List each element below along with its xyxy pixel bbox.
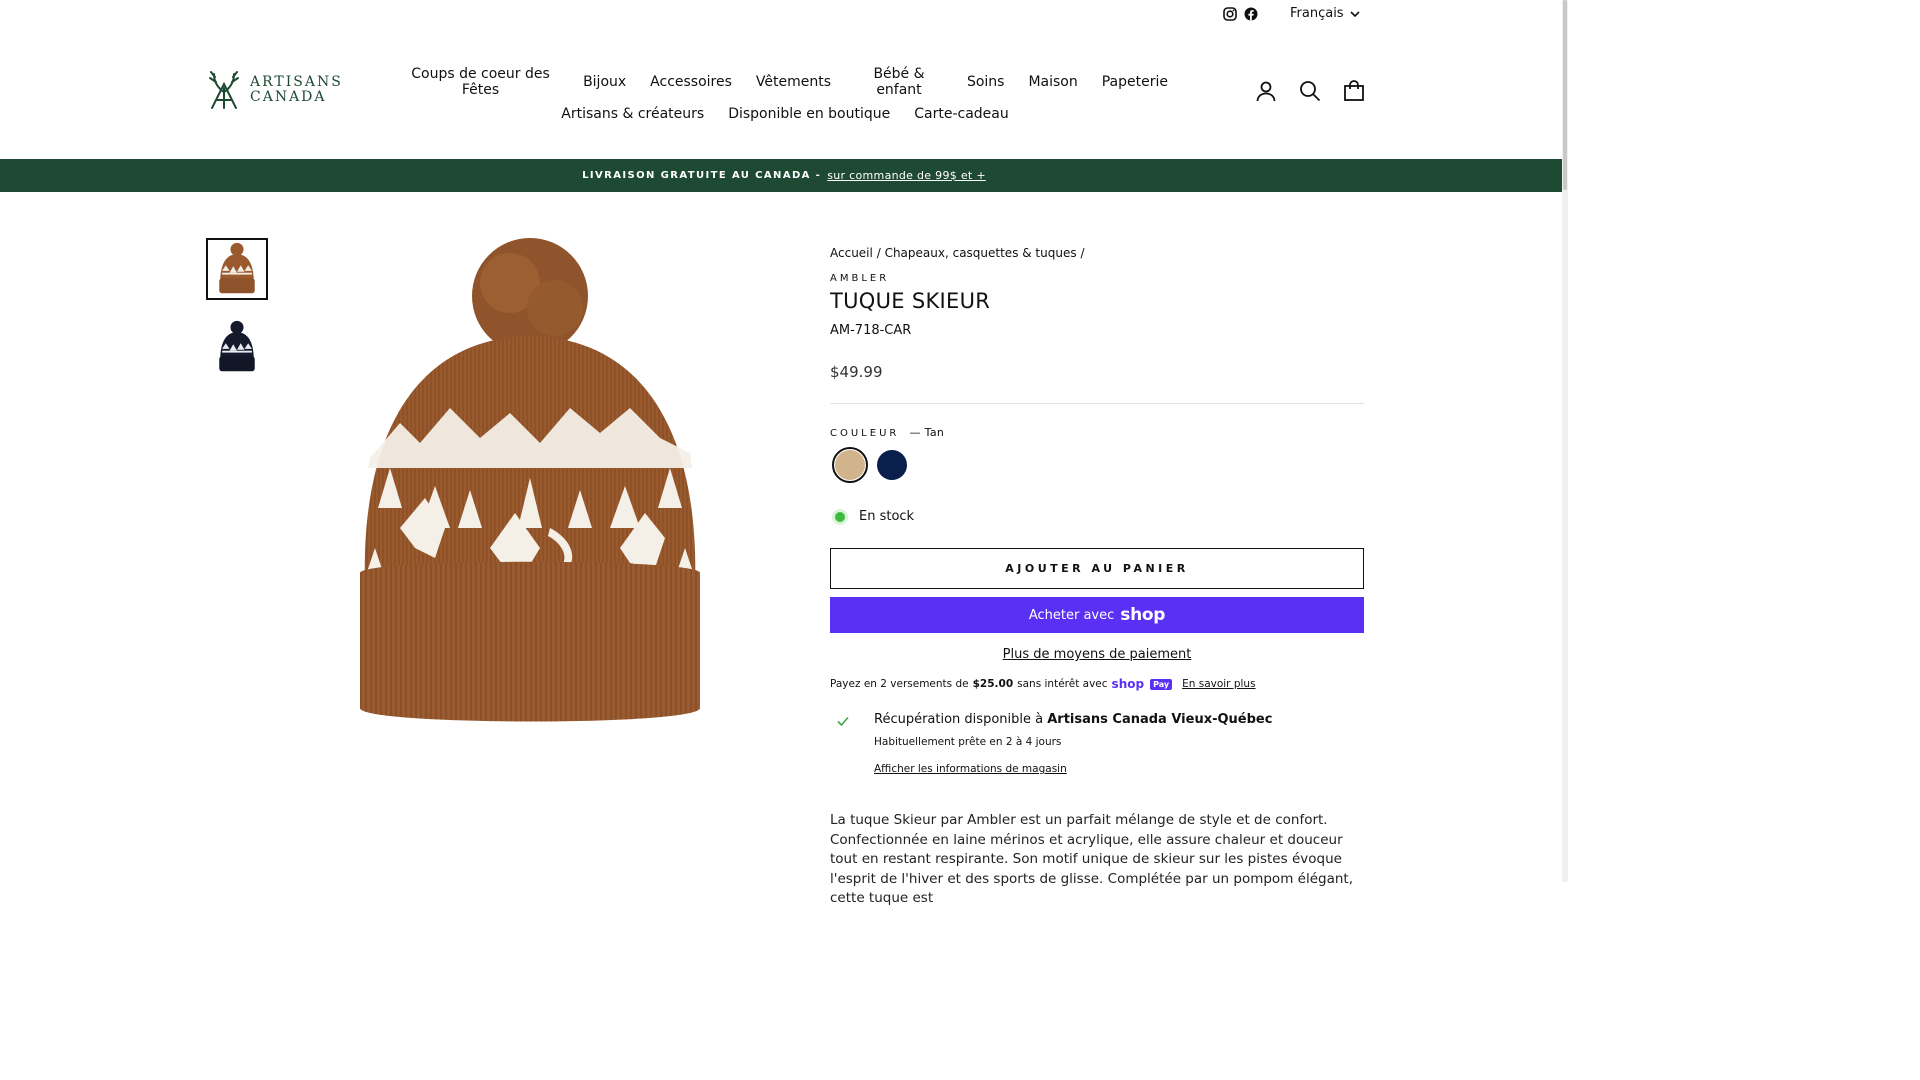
- nav-item-carte-cadeau[interactable]: Carte-cadeau: [902, 106, 1021, 122]
- swatch-navy-fill: [877, 450, 907, 480]
- store-info-link[interactable]: Afficher les informations de magasin: [874, 763, 1067, 775]
- scrollbar-thumb[interactable]: [1563, 0, 1567, 190]
- shop-pay-badge: Pay: [1150, 678, 1173, 690]
- breadcrumb-category[interactable]: Chapeaux, casquettes & tuques: [885, 246, 1077, 260]
- facebook-icon[interactable]: [1244, 6, 1258, 21]
- color-swatches: [832, 447, 910, 483]
- page-scrollbar[interactable]: [1562, 0, 1568, 882]
- installments-info: Payez en 2 versements de $25.00 sans int…: [830, 677, 1364, 691]
- shop-pay-logo-icon: shop: [1111, 677, 1145, 691]
- announcement-text: LIVRAISON GRATUITE AU CANADA -: [582, 170, 822, 181]
- pickup-availability: Récupération disponible à Artisans Canad…: [874, 712, 1272, 727]
- shop-pay-prefix: Acheter avec: [1028, 607, 1115, 623]
- stock-indicator-icon: [835, 511, 845, 522]
- search-icon[interactable]: [1299, 80, 1321, 102]
- nav-item-papeterie[interactable]: Papeterie: [1090, 74, 1180, 90]
- breadcrumb-separator: /: [876, 246, 881, 260]
- chevron-down-icon: [1350, 6, 1360, 21]
- logo-line2: CANADA: [250, 89, 327, 105]
- add-to-cart-button[interactable]: AJOUTER AU PANIER: [830, 548, 1364, 589]
- stock-text: En stock: [859, 509, 915, 524]
- color-label: COULEUR — Tan: [830, 426, 1364, 439]
- swatch-tan[interactable]: [832, 447, 868, 483]
- announcement-bar: LIVRAISON GRATUITE AU CANADA - sur comma…: [0, 159, 1568, 192]
- cart-icon[interactable]: [1343, 80, 1365, 102]
- more-payment-link[interactable]: Plus de moyens de paiement: [830, 647, 1364, 662]
- nav-row-2: Artisans & créateurs Disponible en bouti…: [390, 98, 1180, 130]
- product-title: TUQUE SKIEUR: [830, 289, 991, 313]
- product-description: La tuque Skieur par Ambler est un parfai…: [830, 812, 1353, 906]
- breadcrumb: Accueil / Chapeaux, casquettes & tuques …: [830, 246, 1364, 260]
- pickup-prefix: Récupération disponible à: [874, 712, 1044, 727]
- product-main-image[interactable]: [330, 228, 730, 738]
- nav-item-artisans-createurs[interactable]: Artisans & créateurs: [549, 106, 716, 122]
- swatch-tan-fill: [835, 450, 865, 480]
- language-selector[interactable]: Français: [1290, 6, 1360, 21]
- nav-item-soins[interactable]: Soins: [955, 74, 1017, 90]
- beanie-tan-image: [360, 238, 700, 722]
- product-price: $49.99: [830, 363, 883, 381]
- color-value: — Tan: [909, 426, 945, 439]
- pickup-timing: Habituellement prête en 2 à 4 jours: [874, 736, 1062, 748]
- nav-item-accessoires[interactable]: Accessoires: [638, 74, 744, 90]
- antler-logo-icon: [209, 71, 239, 109]
- instagram-icon[interactable]: [1223, 6, 1237, 21]
- nav-item-bijoux[interactable]: Bijoux: [571, 74, 638, 90]
- stock-status: En stock: [830, 509, 1364, 524]
- product-thumbnail-navy[interactable]: [206, 316, 268, 378]
- beanie-navy-thumbnail-image: [219, 320, 255, 372]
- nav-item-maison[interactable]: Maison: [1016, 74, 1089, 90]
- breadcrumb-separator: /: [1080, 246, 1085, 260]
- divider: [830, 403, 1364, 404]
- social-links: [1223, 6, 1258, 21]
- utility-bar: Français: [0, 0, 1568, 28]
- shop-logo-icon: shop: [1120, 605, 1166, 625]
- site-logo[interactable]: ARTISANS CANADA: [206, 68, 352, 112]
- product-thumbnail-tan[interactable]: [206, 238, 268, 300]
- header-icons: [1255, 80, 1365, 102]
- color-label-text: COULEUR: [830, 428, 900, 439]
- swatch-navy[interactable]: [874, 447, 910, 483]
- nav-item-disponible-en-boutique[interactable]: Disponible en boutique: [716, 106, 902, 122]
- nav-item-coups-de-coeur[interactable]: Coups de coeur des Fêtes: [390, 66, 571, 98]
- product-sku: AM-718-CAR: [830, 323, 912, 338]
- learn-more-link[interactable]: En savoir plus: [1182, 678, 1255, 690]
- installments-amount: $25.00: [972, 678, 1014, 690]
- nav-item-bebe-enfant[interactable]: Bébé & enfant: [843, 66, 955, 98]
- product-vendor[interactable]: AMBLER: [830, 273, 1364, 284]
- account-icon[interactable]: [1255, 80, 1277, 102]
- logo-line1: ARTISANS: [250, 74, 343, 90]
- language-label: Français: [1290, 6, 1344, 21]
- shop-pay-button[interactable]: Acheter avec shop: [830, 597, 1364, 633]
- announcement-link[interactable]: sur commande de 99$ et +: [827, 169, 986, 182]
- pickup-store: Artisans Canada Vieux-Québec: [1047, 712, 1273, 727]
- nav-row-1: Coups de coeur des Fêtes Bijoux Accessoi…: [390, 66, 1180, 98]
- installments-suffix: sans intérêt avec: [1017, 678, 1108, 690]
- check-icon: [836, 713, 850, 727]
- nav-item-vetements[interactable]: Vêtements: [744, 74, 843, 90]
- installments-prefix: Payez en 2 versements de: [830, 678, 969, 690]
- main-nav: Coups de coeur des Fêtes Bijoux Accessoi…: [390, 66, 1180, 130]
- breadcrumb-home[interactable]: Accueil: [830, 246, 873, 260]
- beanie-tan-thumbnail-image: [219, 242, 255, 294]
